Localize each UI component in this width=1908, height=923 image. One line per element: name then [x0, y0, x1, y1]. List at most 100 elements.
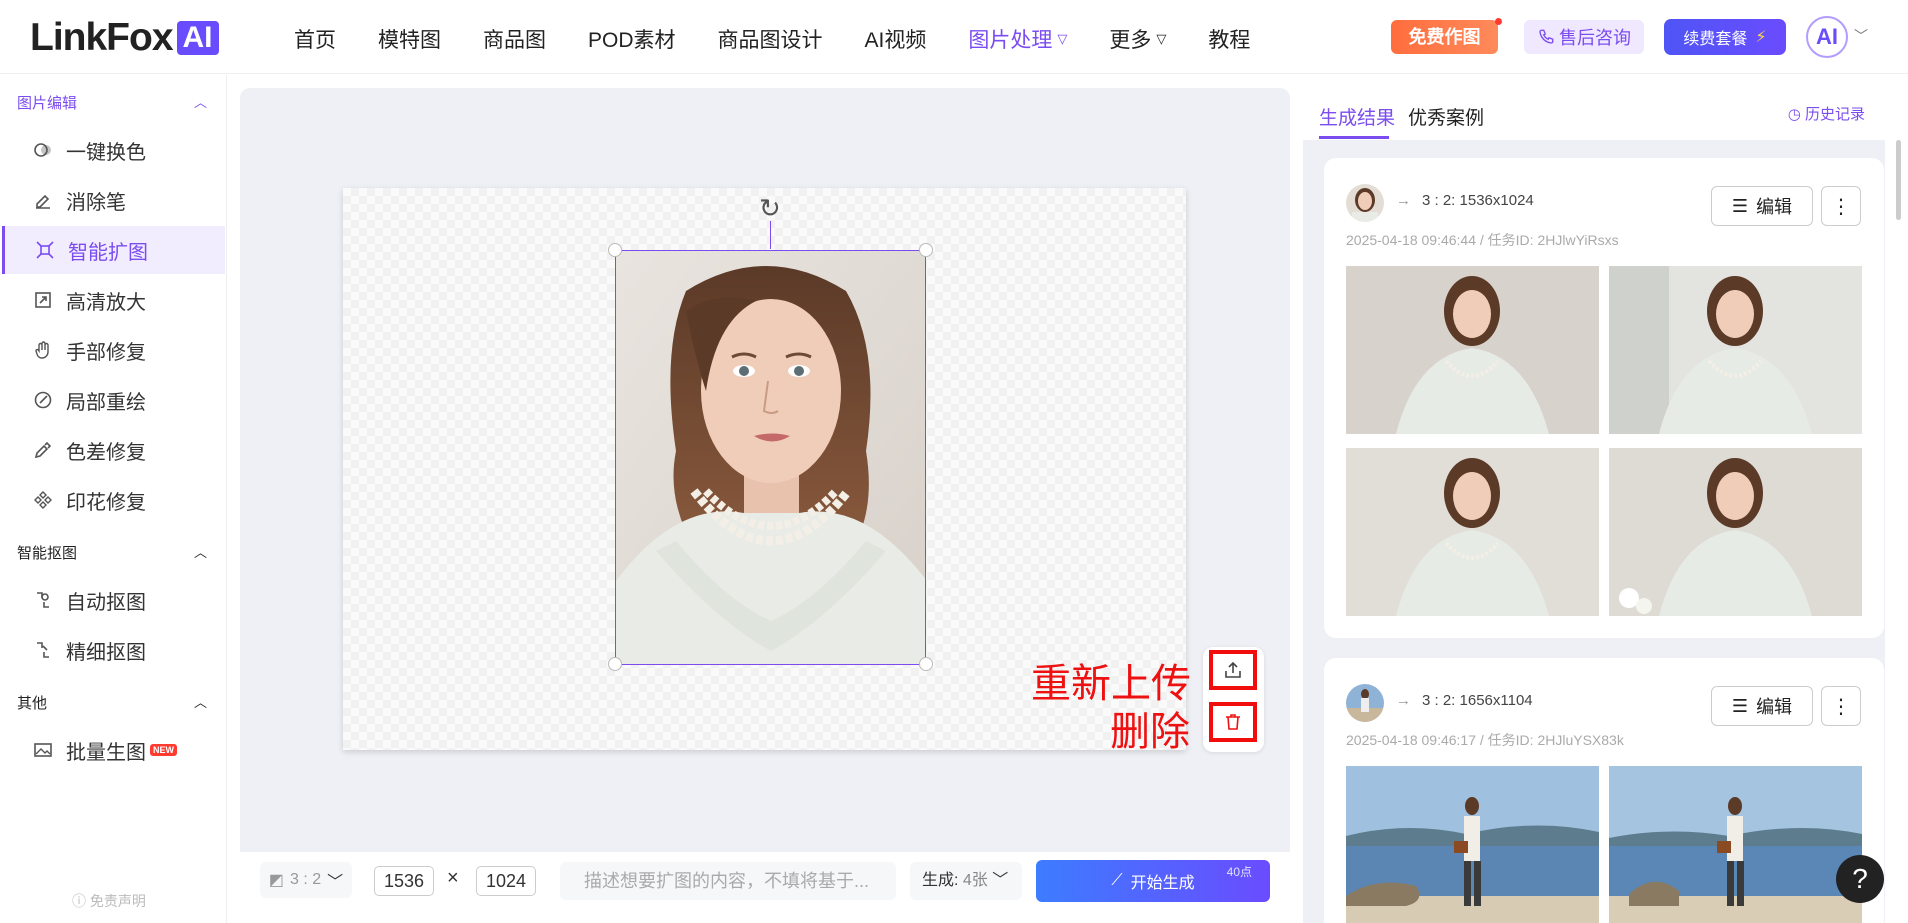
sidebar-item-color-fix[interactable]: 色差修复: [2, 426, 225, 474]
sidebar-item-batch-generate[interactable]: 批量生图 NEW: [2, 726, 225, 774]
section-image-edit[interactable]: 图片编辑 ︿: [17, 92, 207, 113]
result-image[interactable]: [1609, 448, 1862, 616]
lightning-icon: ⚡: [1755, 29, 1767, 46]
more-options-button[interactable]: ⋮: [1821, 686, 1861, 726]
more-vertical-icon: ⋮: [1831, 195, 1851, 218]
sidebar-item-color-swap[interactable]: 一键换色: [2, 126, 225, 174]
sidebar-item-fine-cutout[interactable]: 精细抠图: [2, 626, 225, 674]
sidebar: 图片编辑 ︿ 一键换色 消除笔 智能扩图 高清放大 手部修复 局部重绘 色差修复 …: [0, 75, 227, 923]
ratio-select[interactable]: ◩ 3 : 2 ﹀: [260, 862, 352, 898]
portrait-image: [616, 251, 925, 664]
sidebar-item-smart-expand[interactable]: 智能扩图: [2, 226, 225, 274]
nav-pod-assets[interactable]: POD素材: [588, 24, 676, 54]
nav-home[interactable]: 首页: [294, 24, 336, 54]
section-other[interactable]: 其他 ︿: [17, 692, 207, 713]
results-scrollbar[interactable]: [1896, 140, 1901, 220]
sidebar-item-label: 消除笔: [66, 191, 126, 214]
brush-icon: [32, 389, 54, 411]
result-meta: 2025-04-18 09:46:17 / 任务ID: 2HJluYSX83k: [1346, 732, 1624, 748]
rotate-stem: [770, 221, 771, 249]
nav-ai-video[interactable]: AI视频: [865, 24, 927, 54]
nav-model-image[interactable]: 模特图: [378, 24, 441, 54]
active-tab-indicator: [1319, 136, 1389, 139]
resize-handle-br[interactable]: [919, 657, 933, 671]
nav-product-design[interactable]: 商品图设计: [718, 24, 823, 54]
disclaimer-link[interactable]: ⓘ 免责声明: [72, 891, 146, 911]
help-button[interactable]: ?: [1836, 855, 1884, 903]
chevron-down-icon[interactable]: ﹀: [1854, 26, 1868, 46]
edit-label: 编辑: [1756, 697, 1793, 717]
result-image[interactable]: [1346, 448, 1599, 616]
times-sign: ×: [447, 867, 459, 889]
results-panel: 生成结果 优秀案例 ◷ 历史记录 → 3 : 2: 1536x1024 2025…: [1303, 88, 1885, 923]
result-image[interactable]: [1609, 266, 1862, 434]
reupload-button[interactable]: [1209, 650, 1257, 690]
result-image[interactable]: [1346, 766, 1599, 923]
sidebar-item-label: 色差修复: [66, 441, 146, 464]
upscale-icon: [32, 289, 54, 311]
prompt-input[interactable]: 描述想要扩图的内容，不填将基于...: [560, 862, 896, 900]
rotate-icon[interactable]: ↻: [759, 193, 781, 224]
free-create-button[interactable]: 免费作图: [1391, 18, 1502, 54]
tab-results[interactable]: 生成结果: [1319, 103, 1395, 130]
resize-handle-tl[interactable]: [608, 243, 622, 257]
result-meta: 2025-04-18 09:46:44 / 任务ID: 2HJlwYiRsxs: [1346, 232, 1619, 248]
sliders-icon: ☰: [1731, 695, 1749, 716]
nav-tutorial[interactable]: 教程: [1208, 24, 1250, 54]
sidebar-item-label: 印花修复: [66, 491, 146, 514]
generate-count-select[interactable]: 生成: 4张 ﹀: [910, 862, 1022, 900]
sidebar-item-eraser[interactable]: 消除笔: [2, 176, 225, 224]
support-button[interactable]: 售后咨询: [1524, 20, 1644, 54]
nav-more[interactable]: 更多 ▽: [1109, 24, 1166, 54]
width-input[interactable]: 1536: [374, 866, 434, 896]
info-icon: ⓘ: [72, 893, 90, 909]
new-badge: NEW: [150, 744, 177, 756]
sidebar-item-auto-cutout[interactable]: 自动抠图: [2, 576, 225, 624]
brand-name: LinkFox: [30, 16, 174, 59]
sidebar-item-hand-fix[interactable]: 手部修复: [2, 326, 225, 374]
top-header: LinkFox AI 首页 模特图 商品图 POD素材 商品图设计 AI视频 图…: [0, 0, 1908, 74]
history-label: 历史记录: [1804, 106, 1865, 123]
section-smart-cutout[interactable]: 智能抠图 ︿: [17, 542, 207, 563]
sidebar-item-inpaint[interactable]: 局部重绘: [2, 376, 225, 424]
nav-product-image[interactable]: 商品图: [483, 24, 546, 54]
source-thumbnail[interactable]: [1346, 684, 1384, 722]
result-image[interactable]: [1609, 766, 1862, 923]
start-generate-button[interactable]: ⟋ 开始生成 40点: [1036, 860, 1270, 902]
renew-label: 续费套餐: [1683, 31, 1748, 48]
sidebar-item-label: 批量生图: [66, 741, 146, 764]
tab-showcase[interactable]: 优秀案例: [1408, 103, 1484, 130]
user-avatar[interactable]: AI: [1806, 16, 1848, 58]
history-link[interactable]: ◷ 历史记录: [1788, 103, 1865, 124]
more-options-button[interactable]: ⋮: [1821, 186, 1861, 226]
expand-icon: [34, 239, 56, 261]
section-title: 智能抠图: [17, 545, 78, 562]
chevron-down-icon: ▽: [1057, 31, 1068, 46]
phone-icon: [1539, 29, 1554, 44]
sliders-icon: ☰: [1731, 195, 1749, 216]
sidebar-item-upscale[interactable]: 高清放大: [2, 276, 225, 324]
pattern-icon: [32, 489, 54, 511]
delete-button[interactable]: [1209, 702, 1257, 742]
nav-image-processing[interactable]: 图片处理 ▽: [968, 24, 1067, 54]
edit-button[interactable]: ☰ 编辑: [1711, 186, 1813, 226]
chevron-up-icon: ︿: [193, 695, 207, 710]
start-generate-label: 开始生成: [1130, 875, 1195, 892]
resize-handle-bl[interactable]: [608, 657, 622, 671]
result-image[interactable]: [1346, 266, 1599, 434]
support-label: 售后咨询: [1559, 28, 1631, 48]
height-input[interactable]: 1024: [476, 866, 536, 896]
resize-handle-tr[interactable]: [919, 243, 933, 257]
source-thumbnail[interactable]: [1346, 184, 1384, 222]
sidebar-item-label: 高清放大: [66, 291, 146, 314]
edit-button[interactable]: ☰ 编辑: [1711, 686, 1813, 726]
annotation-delete: 删除: [1110, 709, 1190, 755]
sidebar-item-label: 局部重绘: [66, 391, 146, 414]
renew-plan-button[interactable]: 续费套餐 ⚡: [1664, 19, 1786, 55]
brand-logo[interactable]: LinkFox AI: [30, 16, 219, 59]
notification-dot: [1495, 18, 1502, 25]
free-create-label: 免费作图: [1408, 27, 1481, 47]
sidebar-item-print-fix[interactable]: 印花修复: [2, 476, 225, 524]
source-photo[interactable]: [615, 250, 926, 665]
auto-cutout-icon: [32, 589, 54, 611]
